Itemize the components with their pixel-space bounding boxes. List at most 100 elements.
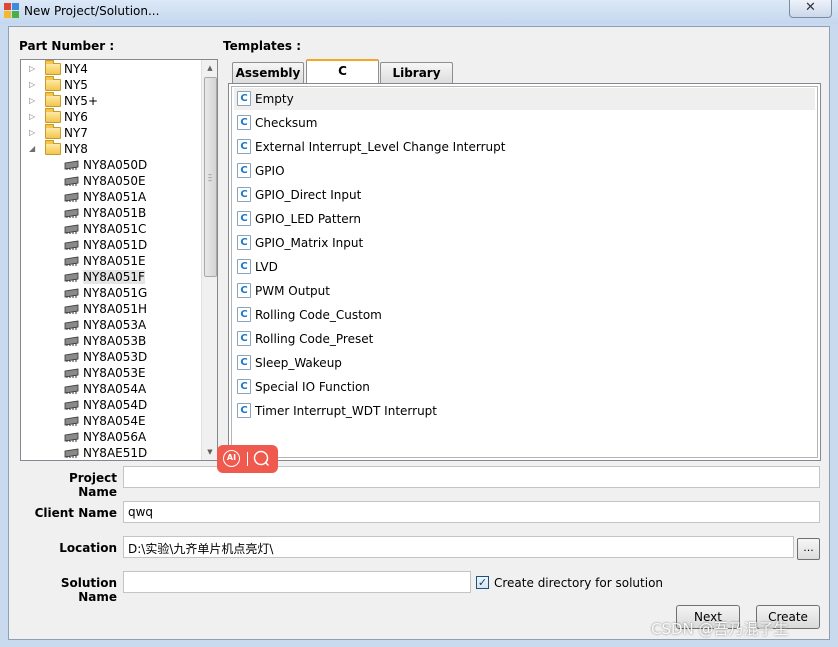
template-list[interactable]: C Empty C Checksum C External Interrupt_Level… bbox=[228, 83, 821, 461]
tree-folder[interactable]: ◢ NY8 bbox=[21, 140, 199, 157]
expand-arrow-icon[interactable]: ▷ bbox=[29, 125, 38, 141]
c-file-icon: C bbox=[237, 115, 251, 130]
scroll-down-icon[interactable]: ▼ bbox=[202, 444, 217, 460]
tree-part-item[interactable]: NY8A054A bbox=[21, 381, 199, 397]
tab-c[interactable]: C bbox=[306, 59, 379, 83]
template-item[interactable]: C Rolling Code_Custom bbox=[234, 304, 815, 326]
part-tree[interactable]: ▲ – – – ▼ ▷ NY4 ▷ NY5 ▷ NY5+ ▷ NY6 ▷ NY7 ◢ NY8 NY8A050… bbox=[20, 59, 218, 461]
tree-part-item[interactable]: NY8A051F bbox=[21, 269, 199, 285]
tree-folder[interactable]: ▷ NY5 bbox=[21, 76, 199, 93]
ai-tool-badge[interactable]: AI bbox=[217, 445, 278, 473]
tree-part-item[interactable]: NY8A054E bbox=[21, 413, 199, 429]
expand-arrow-icon[interactable]: ▷ bbox=[29, 61, 38, 77]
tree-part-item[interactable]: NY8A051H bbox=[21, 301, 199, 317]
tree-part-item[interactable]: NY8A051G bbox=[21, 285, 199, 301]
scroll-thumb[interactable]: – – – bbox=[204, 77, 217, 277]
solution-name-input[interactable] bbox=[123, 571, 471, 593]
c-file-icon: C bbox=[237, 91, 251, 106]
tree-part-item[interactable]: NY8A054D bbox=[21, 397, 199, 413]
create-directory-checkbox[interactable]: ✓ bbox=[476, 576, 489, 589]
template-label: Empty bbox=[255, 92, 294, 106]
tree-part-label: NY8A054A bbox=[83, 382, 147, 396]
template-item[interactable]: C GPIO_Matrix Input bbox=[234, 232, 815, 254]
scroll-up-icon[interactable]: ▲ bbox=[202, 60, 217, 76]
template-item[interactable]: C PWM Output bbox=[234, 280, 815, 302]
tree-part-label: NY8A051H bbox=[83, 302, 148, 316]
tree-part-item[interactable]: NY8A053D bbox=[21, 349, 199, 365]
tree-part-item[interactable]: NY8A051D bbox=[21, 237, 199, 253]
search-icon[interactable] bbox=[253, 450, 270, 467]
tree-scrollbar[interactable]: ▲ – – – ▼ bbox=[201, 60, 217, 460]
template-item[interactable]: C LVD bbox=[234, 256, 815, 278]
chip-icon bbox=[64, 304, 79, 314]
tree-folder[interactable]: ▷ NY7 bbox=[21, 124, 199, 141]
chip-icon bbox=[64, 224, 79, 234]
tree-part-item[interactable]: NY8A051C bbox=[21, 221, 199, 237]
template-item[interactable]: C Timer Interrupt_WDT Interrupt bbox=[234, 400, 815, 422]
tree-part-label: NY8A053E bbox=[83, 366, 146, 380]
close-button[interactable]: ✕ bbox=[789, 0, 832, 18]
c-file-icon: C bbox=[237, 283, 251, 298]
chip-icon bbox=[64, 368, 79, 378]
chip-icon bbox=[64, 288, 79, 298]
template-item[interactable]: C Sleep_Wakeup bbox=[234, 352, 815, 374]
tree-folder[interactable]: ▷ NY6 bbox=[21, 108, 199, 125]
client-name-input[interactable]: qwq bbox=[123, 501, 820, 523]
expand-arrow-icon[interactable]: ▷ bbox=[29, 93, 38, 109]
close-icon: ✕ bbox=[805, 0, 816, 15]
watermark: CSDN @吾乃混子生 bbox=[651, 620, 789, 638]
template-item[interactable]: C GPIO_LED Pattern bbox=[234, 208, 815, 230]
template-item[interactable]: C External Interrupt_Level Change Interru… bbox=[234, 136, 815, 158]
tree-part-item[interactable]: NY8A056A bbox=[21, 429, 199, 445]
tree-part-label: NY8A051F bbox=[83, 270, 145, 284]
chip-icon bbox=[64, 320, 79, 330]
tree-part-item[interactable]: NY8A051B bbox=[21, 205, 199, 221]
folder-icon bbox=[45, 108, 61, 123]
location-input[interactable]: D:\实验\九齐单片机点亮灯\ bbox=[123, 536, 794, 558]
collapse-arrow-icon[interactable]: ◢ bbox=[29, 141, 38, 157]
tree-part-label: NY8A053A bbox=[83, 318, 147, 332]
tree-part-item[interactable]: NY8A053B bbox=[21, 333, 199, 349]
dialog-body: Part Number : Templates : ▲ – – – ▼ ▷ NY4 ▷ N… bbox=[8, 26, 830, 640]
create-directory-label[interactable]: Create directory for solution bbox=[494, 576, 663, 590]
folder-open-icon bbox=[45, 140, 61, 155]
c-file-icon: C bbox=[237, 259, 251, 274]
template-label: GPIO_Direct Input bbox=[255, 188, 362, 202]
folder-icon bbox=[45, 92, 61, 107]
project-name-label: Project Name bbox=[68, 471, 117, 499]
tree-part-item[interactable]: NY8AE51D bbox=[21, 445, 199, 460]
tree-folder[interactable]: ▷ NY4 bbox=[21, 60, 199, 77]
browse-button[interactable]: ... bbox=[797, 538, 820, 560]
tree-folder-label: NY5+ bbox=[64, 94, 98, 108]
folder-icon bbox=[45, 76, 61, 91]
template-label: GPIO_Matrix Input bbox=[255, 236, 364, 250]
chip-icon bbox=[64, 240, 79, 250]
tree-part-label: NY8A050E bbox=[83, 174, 146, 188]
template-item[interactable]: C Special IO Function bbox=[234, 376, 815, 398]
badge-divider bbox=[247, 452, 248, 466]
tree-folder-label: NY4 bbox=[64, 62, 88, 76]
tree-part-label: NY8A054D bbox=[83, 398, 148, 412]
tree-part-item[interactable]: NY8A051E bbox=[21, 253, 199, 269]
tree-part-item[interactable]: NY8A053A bbox=[21, 317, 199, 333]
expand-arrow-icon[interactable]: ▷ bbox=[29, 77, 38, 93]
template-label: LVD bbox=[255, 260, 278, 274]
tree-part-item[interactable]: NY8A053E bbox=[21, 365, 199, 381]
title-bar: New Project/Solution... ✕ bbox=[0, 0, 838, 24]
tree-part-item[interactable]: NY8A050D bbox=[21, 157, 199, 173]
chip-icon bbox=[64, 448, 79, 458]
chip-icon bbox=[64, 192, 79, 202]
template-item[interactable]: C Checksum bbox=[234, 112, 815, 134]
template-item[interactable]: C GPIO_Direct Input bbox=[234, 184, 815, 206]
template-item[interactable]: C Empty bbox=[234, 88, 815, 110]
tab-library[interactable]: Library bbox=[380, 62, 453, 84]
ai-icon[interactable]: AI bbox=[223, 450, 240, 467]
expand-arrow-icon[interactable]: ▷ bbox=[29, 109, 38, 125]
template-item[interactable]: C Rolling Code_Preset bbox=[234, 328, 815, 350]
tree-part-item[interactable]: NY8A050E bbox=[21, 173, 199, 189]
template-item[interactable]: C GPIO bbox=[234, 160, 815, 182]
tree-folder[interactable]: ▷ NY5+ bbox=[21, 92, 199, 109]
tab-assembly[interactable]: Assembly bbox=[232, 62, 304, 84]
location-label: Location bbox=[59, 541, 117, 555]
tree-part-item[interactable]: NY8A051A bbox=[21, 189, 199, 205]
